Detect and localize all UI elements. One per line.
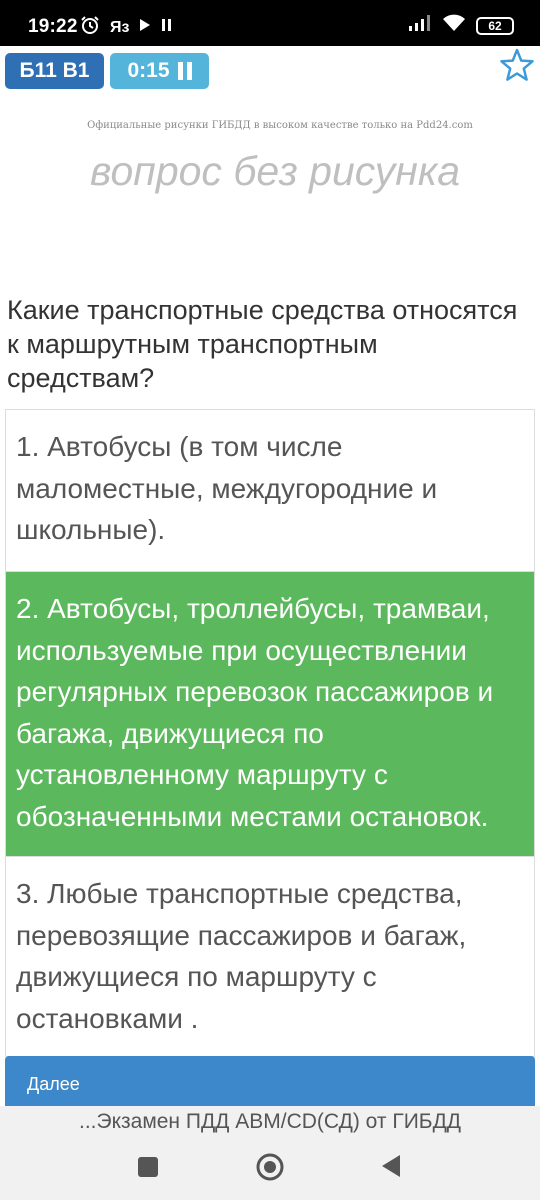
bottom-banner: ...Экзамен ПДД ABM/CD(СД) от ГИБДД (0, 1106, 540, 1200)
alarm-icon (80, 15, 100, 40)
answer-option-3[interactable]: 3. Любые транспортные средства, перевозя… (6, 857, 534, 1057)
timer-label: 0:15 (127, 59, 170, 82)
answer-list: 1. Автобусы (в том числе маломестные, ме… (5, 409, 535, 1057)
answer-option-2-correct[interactable]: 2. Автобусы, троллейбусы, трамваи, испол… (6, 572, 534, 857)
pause-icon (177, 62, 192, 80)
status-time: 19:22 (28, 16, 78, 37)
battery-icon: 62 (476, 16, 514, 35)
ticket-badge: Б11 В1 (5, 53, 104, 89)
no-image-placeholder: вопрос без рисунка (89, 148, 461, 194)
signal-icon (408, 14, 432, 37)
answer-option-1[interactable]: 1. Автобусы (в том числе маломестные, ме… (6, 410, 534, 572)
app-banner-title[interactable]: ...Экзамен ПДД ABM/CD(СД) от ГИБДД (0, 1110, 540, 1134)
question-text: Какие транспортные средства относятся к … (7, 295, 518, 393)
favorite-star-icon[interactable] (500, 48, 534, 82)
back-nav-icon[interactable] (380, 1154, 402, 1183)
recents-nav-icon[interactable] (137, 1156, 159, 1183)
play-icon (139, 18, 151, 37)
timer-pause-button[interactable]: 0:15 (110, 53, 209, 89)
status-bar: 19:22 Яз 62 (0, 0, 540, 46)
wifi-icon (442, 14, 466, 37)
pause-icon (161, 18, 173, 37)
watermark-text: Официальные рисунки ГИБДД в высоком каче… (87, 120, 473, 131)
media-icon: Яз (110, 18, 130, 36)
home-nav-icon[interactable] (255, 1152, 285, 1187)
